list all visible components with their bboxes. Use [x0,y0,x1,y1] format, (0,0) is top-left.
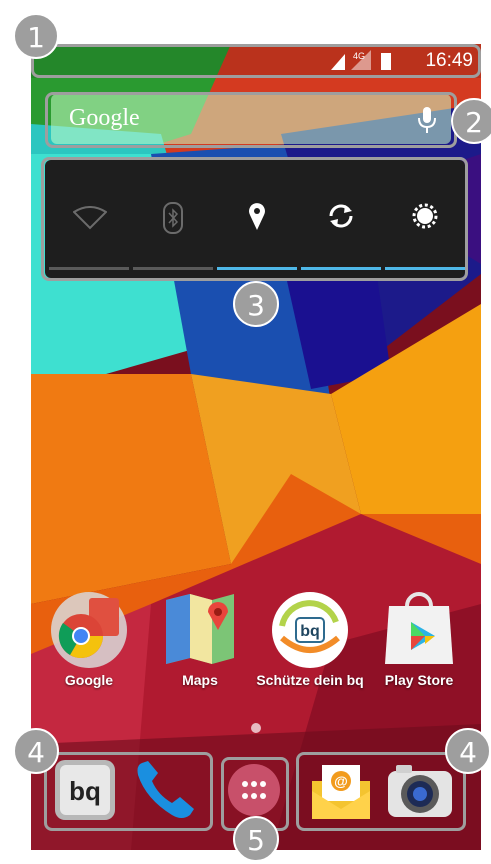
google-folder-icon [51,592,127,668]
annotation-badge-5: 5 [233,816,279,862]
page-indicator-dot [251,723,261,733]
app-schutze-bq[interactable]: bq Schütze dein bq [256,592,364,688]
annotation-badge-1: 1 [13,13,59,59]
app-label-google: Google [64,672,114,688]
annotation-box-dock-right [296,752,466,831]
annotation-badge-4-right: 4 [445,728,491,774]
app-label-maps: Maps [182,672,218,688]
annotation-box-status-bar [31,44,481,78]
maps-icon [166,594,234,664]
play-store-icon [385,592,453,664]
annotation-box-dock-left [44,752,213,831]
annotation-badge-2: 2 [451,98,491,144]
annotation-badge-4-left: 4 [13,728,59,774]
annotation-box-search [45,92,457,148]
annotation-box-quick-settings [41,157,468,281]
bq-protect-icon: bq [272,592,348,668]
app-label-play-store: Play Store [384,672,454,688]
app-maps[interactable]: Maps [150,592,250,688]
app-google-folder[interactable]: Google [39,592,139,688]
annotation-badge-3: 3 [233,281,279,327]
bq-logo-text: bq [300,623,320,640]
app-label-schutze: Schütze dein bq [256,672,364,688]
app-play-store[interactable]: Play Store [369,592,469,688]
